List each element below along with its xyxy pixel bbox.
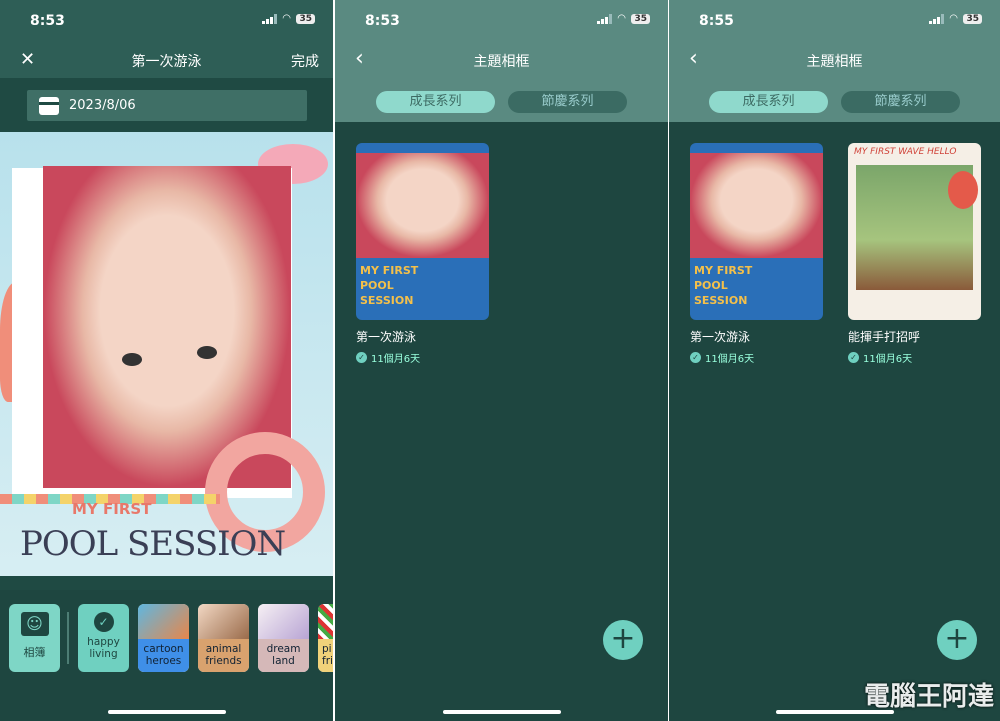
battery-icon: 35 <box>296 13 315 24</box>
tab-festival-series[interactable]: 節慶系列 <box>841 91 960 113</box>
frame-thumbnail: MY FIRST POOL SESSION <box>356 143 489 320</box>
theme-animal-friends[interactable]: animal friends <box>198 604 249 672</box>
battery-icon: 35 <box>631 13 650 24</box>
check-icon: ✓ <box>848 352 859 363</box>
frame-name: 能揮手打招呼 <box>848 330 921 344</box>
frame-name: 第一次游泳 <box>356 330 417 344</box>
signal-icon <box>928 13 944 24</box>
frame-thumbnail: MY FIRST POOL SESSION <box>690 143 823 320</box>
watermark-logo: 電腦王阿達 <box>863 682 994 712</box>
tab-growth-series[interactable]: 成長系列 <box>376 91 495 113</box>
home-indicator <box>775 710 894 714</box>
frame-age: 11個月6天 <box>371 354 421 365</box>
frame-thumbnail: MY FIRST WAVE HELLO <box>848 143 981 320</box>
status-bar: 8:53 ◠ 35 <box>335 0 668 40</box>
theme-label: happy living <box>87 636 120 660</box>
frame-preview: MY FIRST POOL SESSION <box>0 132 333 576</box>
theme-label: dream land <box>258 639 309 672</box>
wifi-icon: ◠ <box>282 13 291 24</box>
tab-growth-series[interactable]: 成長系列 <box>709 91 828 113</box>
check-icon: ✓ <box>690 352 701 363</box>
theme-frames-screen-2: 8:55 ◠ 35 ‹ 主題相框 成長系列 節慶系列 MY FIRST POOL … <box>669 0 1000 721</box>
theme-frames-screen: 8:53 ◠ 35 ‹ 主題相框 成長系列 節慶系列 MY FIRST POOL … <box>335 0 668 721</box>
frame-age: 11個月6天 <box>863 354 913 365</box>
clock: 8:55 <box>699 13 734 29</box>
theme-label: 相簿 <box>23 646 46 659</box>
date-value: 2023/8/06 <box>69 98 136 113</box>
page-title: 主題相框 <box>473 54 530 70</box>
status-bar: 8:53 ◠ 35 <box>0 0 333 40</box>
theme-partial[interactable]: pi fri <box>318 604 333 672</box>
signal-icon <box>261 13 277 24</box>
theme-dream-land[interactable]: dream land <box>258 604 309 672</box>
theme-album[interactable]: ☺ 相簿 <box>9 604 60 672</box>
frame-art-text: MY FIRST WAVE HELLO <box>854 147 957 157</box>
frame-art-text: MY FIRST POOL SESSION <box>694 264 753 307</box>
wifi-icon: ◠ <box>617 13 626 24</box>
page-title: 主題相框 <box>806 54 863 70</box>
frame-card[interactable]: MY FIRST POOL SESSION 第一次游泳 ✓ 11個月6天 <box>690 143 823 365</box>
battery-icon: 35 <box>963 13 982 24</box>
calendar-icon <box>39 96 59 115</box>
divider <box>67 612 69 664</box>
frame-text-line1: MY FIRST <box>72 500 152 518</box>
date-field[interactable]: 2023/8/06 <box>27 90 307 121</box>
signal-icon <box>596 13 612 24</box>
frame-name: 第一次游泳 <box>690 330 751 344</box>
tab-festival-series[interactable]: 節慶系列 <box>508 91 627 113</box>
theme-strip[interactable]: ☺ 相簿 ✓ happy living cartoon heroes anima… <box>9 604 333 672</box>
done-button[interactable]: 完成 <box>291 51 319 71</box>
frame-age: 11個月6天 <box>705 354 755 365</box>
editor-screen: 8:53 ◠ 35 ✕ 第一次游泳 完成 2023/8/06 MY FIRST P… <box>0 0 333 721</box>
add-button[interactable]: + <box>603 620 643 660</box>
frame-text-line2: POOL SESSION <box>20 524 286 564</box>
theme-label: animal friends <box>198 639 249 672</box>
page-title: 第一次游泳 <box>131 54 202 70</box>
add-button[interactable]: + <box>937 620 977 660</box>
check-icon: ✓ <box>356 352 367 363</box>
theme-label: cartoon heroes <box>138 639 189 672</box>
wifi-icon: ◠ <box>949 13 958 24</box>
clock: 8:53 <box>365 13 400 29</box>
frame-card[interactable]: MY FIRST WAVE HELLO 能揮手打招呼 ✓ 11個月6天 <box>848 143 981 365</box>
baby-face-icon: ☺ <box>20 612 49 636</box>
theme-happy-living[interactable]: ✓ happy living <box>78 604 129 672</box>
check-icon: ✓ <box>93 612 114 632</box>
home-indicator <box>442 710 561 714</box>
theme-cartoon-heroes[interactable]: cartoon heroes <box>138 604 189 672</box>
status-bar: 8:55 ◠ 35 <box>669 0 1000 40</box>
home-indicator <box>107 710 226 714</box>
frame-card[interactable]: MY FIRST POOL SESSION 第一次游泳 ✓ 11個月6天 <box>356 143 489 365</box>
clock: 8:53 <box>30 13 65 29</box>
theme-label: pi fri <box>318 639 333 672</box>
frame-art-text: MY FIRST POOL SESSION <box>360 264 419 307</box>
